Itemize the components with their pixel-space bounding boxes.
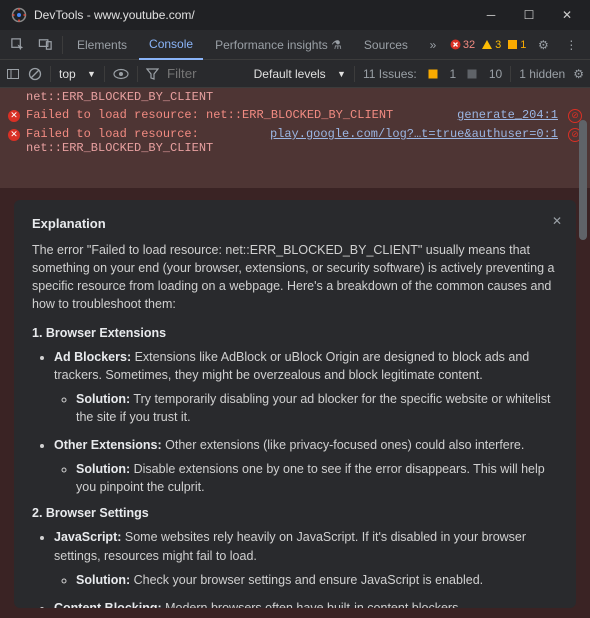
console-message: Failed to load resource: net::ERR_BLOCKE…	[26, 108, 451, 123]
console-message: Failed to load resource:net::ERR_BLOCKED…	[26, 127, 213, 155]
error-count-badge[interactable]: 32	[448, 39, 477, 51]
context-selector[interactable]: top ▼	[59, 67, 96, 81]
tab-sources[interactable]: Sources	[354, 30, 418, 60]
console-row[interactable]: net::ERR_BLOCKED_BY_CLIENT	[0, 88, 590, 106]
console-row[interactable]: ✕ Failed to load resource:net::ERR_BLOCK…	[0, 125, 590, 157]
more-tabs-icon[interactable]: »	[420, 32, 446, 58]
clear-console-icon[interactable]	[28, 67, 42, 81]
console-message: net::ERR_BLOCKED_BY_CLIENT	[26, 90, 582, 104]
kebab-icon[interactable]: ⋮	[558, 32, 584, 58]
info-count-badge[interactable]: 1	[505, 39, 528, 51]
live-expression-icon[interactable]	[113, 68, 129, 80]
source-link[interactable]: generate_204:1	[457, 108, 558, 123]
close-window-button[interactable]: ✕	[552, 3, 582, 27]
error-icon: ✕	[8, 110, 20, 122]
minimize-button[interactable]: ─	[476, 3, 506, 27]
list-item: Ad Blockers: Extensions like AdBlock or …	[54, 348, 558, 427]
close-icon[interactable]: ✕	[552, 214, 562, 228]
filter-icon	[146, 68, 159, 80]
maximize-button[interactable]: ☐	[514, 3, 544, 27]
titlebar: DevTools - www.youtube.com/ ─ ☐ ✕	[0, 0, 590, 30]
devtools-icon	[10, 6, 28, 24]
console-row[interactable]: ✕ Failed to load resource: net::ERR_BLOC…	[0, 106, 590, 125]
list-item: Solution: Check your browser settings an…	[76, 571, 558, 589]
list-item: Solution: Try temporarily disabling your…	[76, 390, 558, 426]
tab-bar: Elements Console Performance insights ⚗ …	[0, 30, 590, 60]
scroll-thumb[interactable]	[579, 120, 587, 240]
hidden-count[interactable]: 1 hidden	[519, 67, 565, 81]
filter-bar: top ▼ Default levels ▼ 11 Issues: 1 10 1…	[0, 60, 590, 88]
filter-input[interactable]	[167, 66, 227, 81]
list-item: Other Extensions: Other extensions (like…	[54, 436, 558, 496]
warning-count-badge[interactable]: 3	[479, 39, 503, 51]
list-item: Solution: Disable extensions one by one …	[76, 460, 558, 496]
section-heading: 1. Browser Extensions	[32, 326, 558, 340]
tab-performance[interactable]: Performance insights ⚗	[205, 30, 352, 60]
inspect-icon[interactable]	[4, 32, 30, 58]
tab-console[interactable]: Console	[139, 30, 203, 60]
tab-elements[interactable]: Elements	[67, 30, 137, 60]
settings-icon[interactable]: ⚙	[530, 32, 556, 58]
console-output: net::ERR_BLOCKED_BY_CLIENT ✕ Failed to l…	[0, 88, 590, 188]
error-icon: ✕	[8, 129, 20, 141]
device-icon[interactable]	[32, 32, 58, 58]
sidebar-toggle-icon[interactable]	[6, 67, 20, 81]
issues-link[interactable]: 11 Issues: 1 10	[363, 67, 502, 81]
list-item: JavaScript: Some websites rely heavily o…	[54, 528, 558, 588]
log-levels-selector[interactable]: Default levels ▼	[254, 67, 346, 81]
panel-title: Explanation	[32, 216, 558, 231]
source-link[interactable]: play.google.com/log?…t=true&authuser=0:1	[270, 127, 558, 141]
scrollbar[interactable]	[578, 60, 588, 593]
panel-intro: The error "Failed to load resource: net:…	[32, 241, 558, 314]
flask-icon: ⚗	[331, 38, 342, 52]
explanation-panel: ✕ Explanation The error "Failed to load …	[14, 200, 576, 608]
section-heading: 2. Browser Settings	[32, 506, 558, 520]
window-title: DevTools - www.youtube.com/	[34, 8, 476, 22]
list-item: Content Blocking: Modern browsers often …	[54, 599, 558, 608]
